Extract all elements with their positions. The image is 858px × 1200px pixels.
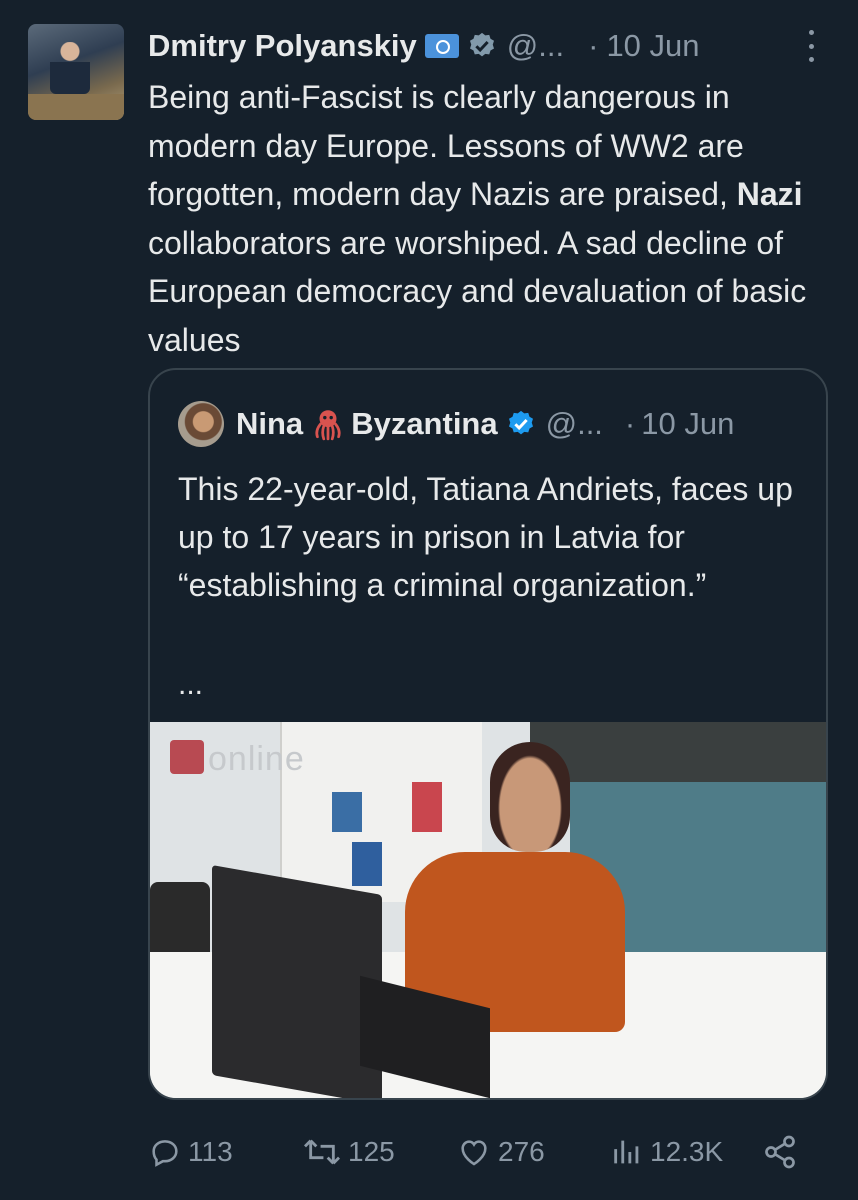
quote-header-separator: · [624,406,636,441]
retweet-button[interactable]: 125 [302,1126,395,1178]
views-chart-icon [614,1140,639,1164]
quote-date[interactable]: 10 Jun [641,406,734,442]
tweet-text: Being anti-Fascist is clearly dangerous … [148,73,838,364]
like-button[interactable]: 276 [456,1126,545,1178]
quote-text: This 22-year-old, Tatiana Andriets, face… [178,471,793,603]
retweet-icon [303,1139,341,1165]
blue-verified-badge-icon [508,410,533,435]
quote-author-handle[interactable]: @... [546,406,603,442]
share-button[interactable] [762,1126,804,1178]
media-chair [150,882,210,952]
reply-icon [152,1140,178,1167]
tweet-text-part-1: Being anti-Fascist is clearly dangerous … [148,79,744,212]
tweet[interactable]: Dmitry Polyanskiy @... · 10 Jun Being an… [0,0,858,1200]
quote-truncation: ... [178,668,204,701]
tweet-text-bold: Nazi [736,176,803,212]
more-vertical-icon[interactable] [800,26,822,66]
tweet-date[interactable]: 10 Jun [606,28,699,64]
octopus-icon [315,410,341,441]
tweet-header: Dmitry Polyanskiy @... · 10 Jun [148,24,700,68]
avatar-desk [28,94,124,120]
author-avatar[interactable] [28,24,124,120]
quote-media-image[interactable]: online [150,722,826,1098]
media-laptop [212,865,382,1098]
header-separator: · [588,28,599,63]
media-person-head [490,742,570,852]
retweet-count: 125 [348,1136,395,1167]
tweet-actions: 113 125 276 12.3K [148,1126,808,1178]
share-icon [765,1135,795,1169]
grey-verified-badge-icon [469,32,494,57]
media-logo-text: online [208,740,305,778]
media-logo-badge [170,740,204,774]
reply-count: 113 [188,1136,233,1167]
views-count: 12.3K [650,1136,724,1167]
tweet-text-part-2: collaborators are worshiped. A sad decli… [148,224,807,358]
quote-header: Nina Byzantina @... · 10 Jun [178,400,734,448]
heart-icon [461,1140,487,1166]
author-display-name[interactable]: Dmitry Polyanskiy [148,28,417,64]
quote-author-name-last[interactable]: Byzantina [351,406,497,442]
like-count: 276 [498,1136,545,1167]
un-flag-icon [424,34,459,58]
avatar-person [50,42,90,94]
reply-button[interactable]: 113 [148,1126,233,1178]
quote-author-avatar[interactable] [178,401,224,447]
views-button[interactable]: 12.3K [610,1126,723,1178]
author-handle[interactable]: @... [507,28,564,64]
quote-author-name-first[interactable]: Nina [236,406,303,442]
quoted-tweet[interactable]: Nina Byzantina @... · 10 Jun This 22-yea… [148,368,828,1100]
